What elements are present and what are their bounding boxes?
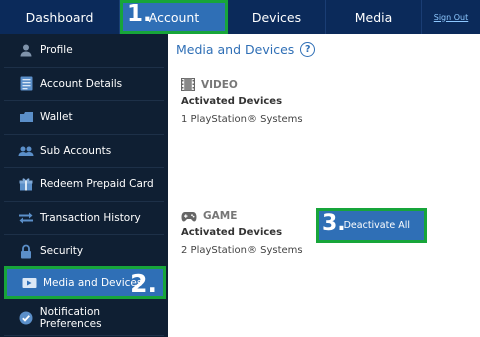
game-section: GAME Activated Devices 2 PlayStation® Sy… xyxy=(181,210,303,256)
video-heading: VIDEO xyxy=(181,78,303,91)
sidebar: Profile Account Details Wallet Sub Accou… xyxy=(0,34,168,337)
step-1-marker: 1. xyxy=(127,1,152,27)
sidebar-item-label: Transaction History xyxy=(40,211,141,224)
profile-icon xyxy=(14,43,38,57)
page-title: Media and Devices ? xyxy=(176,42,316,57)
sign-out-label: Sign Out xyxy=(433,12,469,22)
media-icon xyxy=(17,277,41,289)
deactivate-all-button[interactable]: 3. Deactivate All xyxy=(319,211,424,240)
step-3-marker: 3. xyxy=(322,211,346,236)
sidebar-item-profile[interactable]: Profile xyxy=(4,34,164,68)
video-device-count: 1 PlayStation® Systems xyxy=(181,114,303,125)
sidebar-item-notification-preferences[interactable]: Notification Preferences xyxy=(4,302,164,336)
main-content: Media and Devices ? VIDEO Activated Devi… xyxy=(168,34,480,337)
transfer-icon xyxy=(14,212,38,224)
sidebar-item-label: Account Details xyxy=(40,77,123,90)
game-device-count: 2 PlayStation® Systems xyxy=(181,245,303,256)
wallet-icon xyxy=(14,111,38,123)
tab-account-label: Account xyxy=(148,9,200,25)
tab-dashboard[interactable]: Dashboard xyxy=(0,0,120,34)
top-nav: Dashboard 1. Account Devices Media Sign … xyxy=(0,0,480,34)
tab-account[interactable]: 1. Account xyxy=(120,0,228,34)
video-activated-devices-label: Activated Devices xyxy=(181,96,283,107)
sidebar-item-label: Redeem Prepaid Card xyxy=(40,178,154,191)
tab-devices-label: Devices xyxy=(251,9,302,25)
sidebar-item-account-details[interactable]: Account Details xyxy=(4,68,164,101)
help-icon[interactable]: ? xyxy=(300,42,316,57)
step-2-marker: 2. xyxy=(130,269,157,298)
video-section: VIDEO Activated Devices 1 PlayStation® S… xyxy=(181,78,303,125)
video-heading-label: VIDEO xyxy=(201,78,238,91)
gamepad-icon xyxy=(181,211,197,222)
document-icon xyxy=(14,76,38,91)
sidebar-item-transaction-history[interactable]: Transaction History xyxy=(4,202,164,235)
sidebar-item-label: Security xyxy=(40,245,84,258)
sidebar-item-sub-accounts[interactable]: Sub Accounts xyxy=(4,135,164,168)
sidebar-item-media-and-devices[interactable]: Media and Devices 2. xyxy=(4,266,166,299)
game-activated-devices-label: Activated Devices xyxy=(181,227,283,238)
sidebar-item-security[interactable]: Security xyxy=(4,235,164,269)
game-heading-label: GAME xyxy=(203,210,238,222)
deactivate-all-highlight: 3. Deactivate All xyxy=(316,208,427,243)
film-icon xyxy=(181,78,195,91)
tab-media[interactable]: Media xyxy=(326,0,422,34)
sidebar-item-label: Wallet xyxy=(40,111,73,124)
tab-devices[interactable]: Devices xyxy=(228,0,326,34)
check-icon xyxy=(14,311,38,325)
lock-icon xyxy=(14,244,38,259)
sidebar-item-redeem-prepaid-card[interactable]: Redeem Prepaid Card xyxy=(4,168,164,202)
sidebar-item-wallet[interactable]: Wallet xyxy=(4,101,164,135)
sidebar-item-label: Media and Devices xyxy=(43,276,143,289)
page-title-text: Media and Devices xyxy=(176,42,295,57)
game-heading: GAME xyxy=(181,210,303,222)
sidebar-item-label: Sub Accounts xyxy=(40,144,112,157)
sign-out-link[interactable]: Sign Out xyxy=(422,0,480,34)
deactivate-all-label: Deactivate All xyxy=(343,220,410,231)
tab-dashboard-label: Dashboard xyxy=(25,9,94,25)
gift-icon xyxy=(14,177,38,191)
tab-media-label: Media xyxy=(354,9,393,25)
users-icon xyxy=(14,145,38,157)
sidebar-item-label: Profile xyxy=(40,44,73,57)
sidebar-item-label: Notification Preferences xyxy=(39,306,102,331)
